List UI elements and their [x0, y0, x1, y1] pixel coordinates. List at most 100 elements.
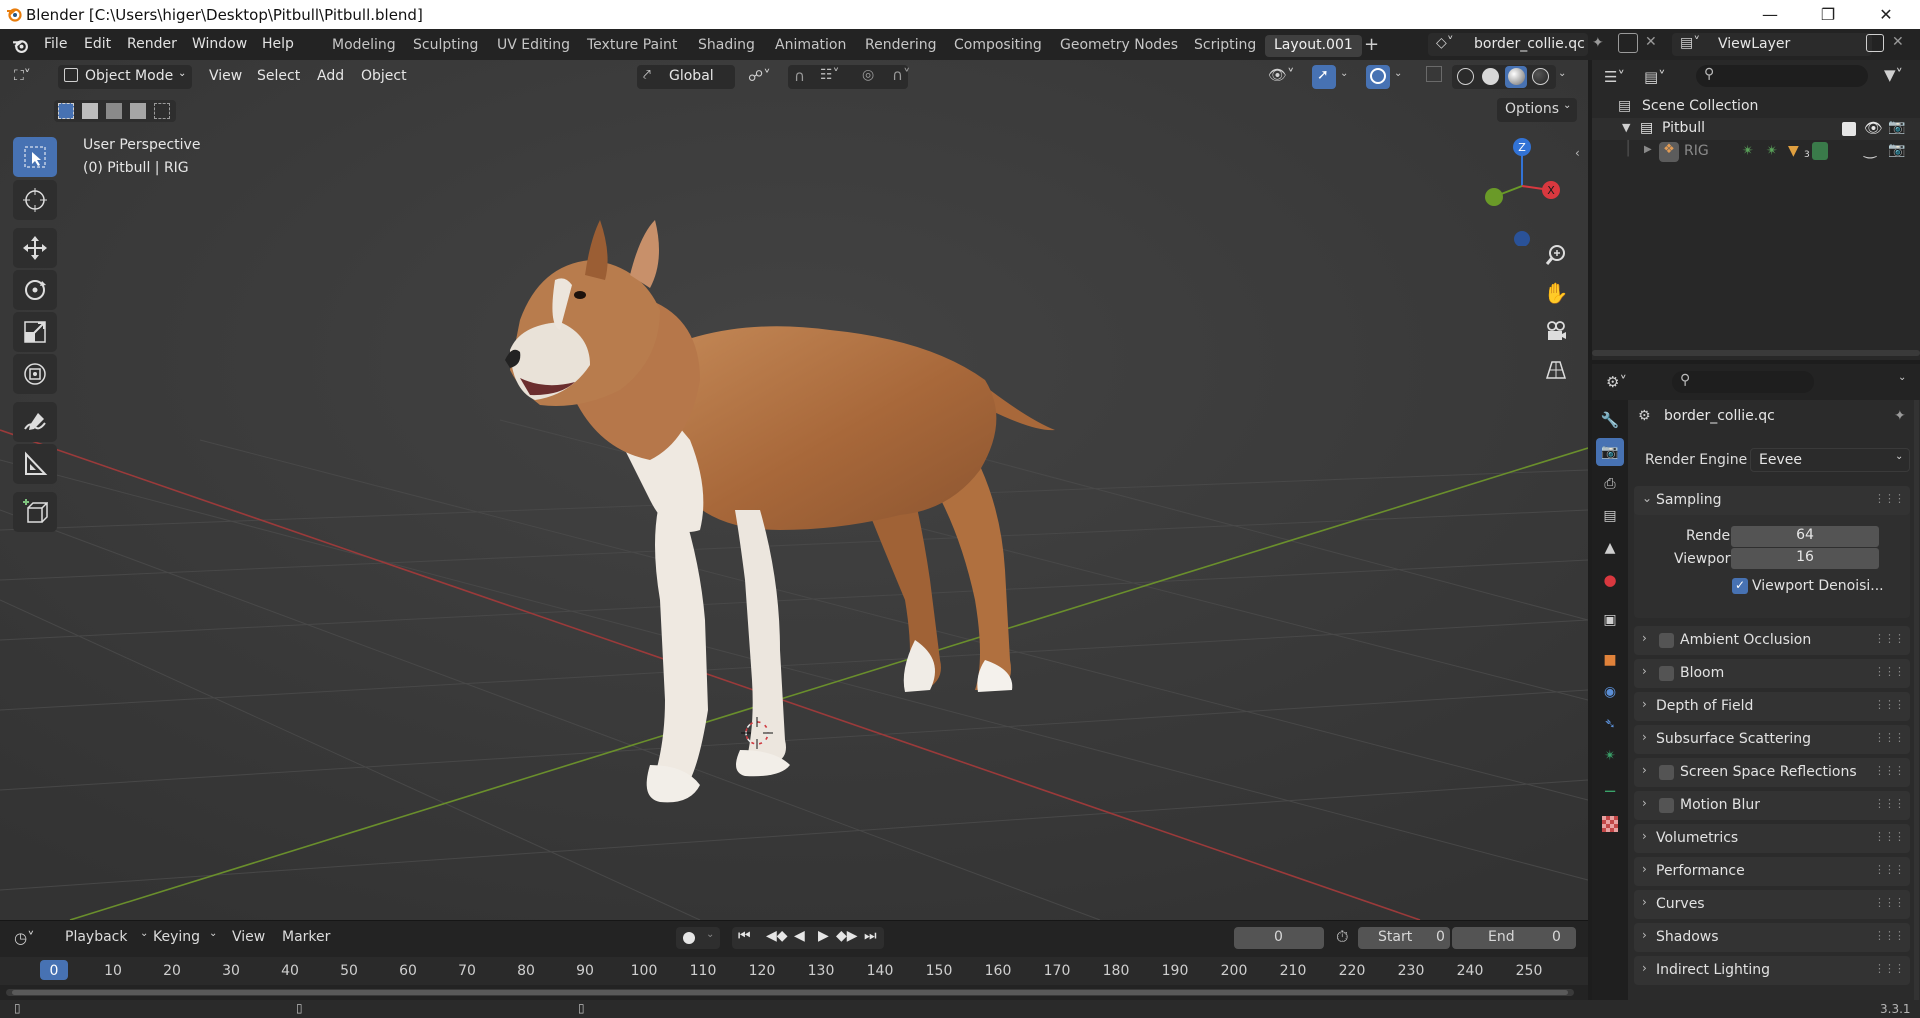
tab-uv-editing[interactable]: UV Editing [488, 35, 579, 57]
tool-measure[interactable] [13, 444, 57, 484]
render-camera-icon[interactable]: 📷 [1888, 119, 1905, 135]
pivot-point-icon[interactable]: ☍˅ [748, 67, 771, 85]
sampling-panel-header[interactable]: ⌄ Sampling ⋮⋮⋮ [1634, 486, 1910, 515]
rendered-shading-icon[interactable] [1532, 68, 1549, 85]
expand-triangle-icon[interactable]: ▼ [1622, 121, 1630, 134]
use-preview-range-icon[interactable]: ⏱ [1336, 927, 1348, 947]
panel-volumetrics[interactable]: › Volumetrics ⋮⋮⋮ [1634, 824, 1910, 853]
outliner-row-pitbull[interactable]: ▼ ▤ Pitbull 👁 📷 [1592, 118, 1920, 140]
delete-view-layer-icon[interactable]: ✕ [1892, 34, 1904, 50]
menu-help[interactable]: Help [262, 36, 294, 52]
hide-eye-icon[interactable]: 👁 [1864, 119, 1883, 137]
drag-handle-icon[interactable]: ⋮⋮⋮ [1874, 896, 1905, 909]
tab-modeling[interactable]: Modeling [323, 35, 405, 57]
menu-file[interactable]: File [44, 36, 67, 52]
3d-viewport[interactable]: ⛶˅ Object Mode ⌄ View Select Add Object … [0, 60, 1588, 920]
current-frame-field[interactable]: 0 [1234, 927, 1324, 949]
drag-handle-icon[interactable]: ⋮⋮⋮ [1874, 929, 1905, 942]
ortho-toggle-button[interactable] [1541, 354, 1571, 384]
new-view-layer-icon[interactable] [1866, 34, 1884, 52]
drag-handle-icon[interactable]: ⋮⋮⋮ [1874, 698, 1905, 711]
drag-handle-icon[interactable]: ⋮⋮⋮ [1874, 962, 1905, 975]
render-engine-dropdown[interactable]: Eevee ⌄ [1750, 448, 1910, 472]
panel-screen-space-reflections[interactable]: › Screen Space Reflections ⋮⋮⋮ [1634, 758, 1910, 787]
snap-magnet-icon[interactable]: ∩ [794, 67, 805, 85]
panel-depth-of-field[interactable]: › Depth of Field ⋮⋮⋮ [1634, 692, 1910, 721]
pan-button[interactable]: ✋ [1541, 278, 1571, 308]
drag-handle-icon[interactable]: ⋮⋮⋮ [1874, 492, 1905, 505]
auto-keying-toggle[interactable]: ⌄ [676, 927, 720, 949]
snap-increment-icon[interactable]: ☷˅ [820, 67, 840, 83]
tab-sculpting[interactable]: Sculpting [404, 35, 487, 57]
mode-selector[interactable]: Object Mode ⌄ [58, 65, 192, 89]
timeline-scrollbar[interactable] [6, 989, 1574, 996]
viewport-samples-field[interactable]: 16 [1731, 548, 1879, 569]
drag-handle-icon[interactable]: ⋮⋮⋮ [1874, 797, 1905, 810]
transform-orientation-selector[interactable]: ⤤ Global [637, 65, 735, 89]
outliner-scrollbar[interactable] [1592, 350, 1920, 356]
close-window-button[interactable]: ✕ [1858, 0, 1914, 29]
tab-rendering[interactable]: Rendering [856, 35, 946, 57]
tool-annotate[interactable] [13, 402, 57, 442]
gizmo-neg-z-axis[interactable] [1514, 231, 1530, 246]
wireframe-shading-icon[interactable] [1457, 68, 1474, 85]
falloff-icon[interactable]: ∩˅ [892, 66, 910, 84]
tab-bone[interactable]: ⚊ [1596, 774, 1624, 802]
viewport-menu-add[interactable]: Add [317, 68, 344, 84]
tab-compositing[interactable]: Compositing [945, 35, 1051, 57]
jump-to-start-icon[interactable]: ⏮ [738, 928, 751, 944]
hidden-eye-icon[interactable]: ‿ [1864, 141, 1876, 159]
filter-icon[interactable]: ▼˅ [1884, 66, 1903, 84]
tab-texture-paint[interactable]: Texture Paint [578, 35, 686, 57]
zoom-button[interactable] [1541, 240, 1571, 270]
play-reverse-icon[interactable]: ◀ [794, 928, 805, 944]
select-subtract-icon[interactable] [106, 103, 122, 119]
jump-to-keyframe-back-icon[interactable]: ◀◆ [766, 928, 788, 944]
panel-indirect-lighting[interactable]: › Indirect Lighting ⋮⋮⋮ [1634, 956, 1910, 985]
snapping-group[interactable]: ∩ ☷˅ [788, 65, 908, 89]
minimize-button[interactable]: — [1742, 0, 1798, 29]
proportional-edit-icon[interactable]: ◎ [862, 67, 874, 83]
camera-view-button[interactable] [1541, 316, 1571, 346]
scene-selector[interactable]: ◇˅ border_collie.qc [1428, 33, 1588, 56]
panel-ambient-occlusion[interactable]: › Ambient Occlusion ⋮⋮⋮ [1634, 626, 1910, 655]
view-layer-selector[interactable]: ▤˅ ViewLayer [1672, 33, 1872, 56]
solid-shading-icon[interactable] [1482, 68, 1499, 85]
drag-handle-icon[interactable]: ⋮⋮⋮ [1874, 731, 1905, 744]
tab-animation[interactable]: Animation [766, 35, 855, 57]
xray-toggle-icon[interactable] [1426, 66, 1442, 82]
tab-object[interactable]: ■ [1596, 646, 1624, 674]
jump-to-end-icon[interactable]: ⏭ [864, 928, 877, 944]
add-workspace-icon[interactable]: + [1364, 34, 1379, 55]
tab-physics[interactable]: ◉ [1596, 678, 1624, 706]
render-camera-icon[interactable]: 📷 [1888, 142, 1905, 158]
play-icon[interactable]: ▶ [818, 928, 829, 944]
keying-menu[interactable]: Keying ⌄ [150, 927, 220, 949]
tool-select-box[interactable] [13, 137, 57, 177]
tool-rotate[interactable] [13, 270, 57, 310]
drag-handle-icon[interactable]: ⋮⋮⋮ [1874, 632, 1905, 645]
editor-type-icon[interactable]: ⛶˅ [14, 68, 31, 84]
tab-world[interactable]: ● [1596, 566, 1624, 594]
drag-handle-icon[interactable]: ⋮⋮⋮ [1874, 863, 1905, 876]
collapse-triangle-icon[interactable]: ▶ [1644, 144, 1652, 155]
sidebar-toggle-icon[interactable]: ‹ [1575, 146, 1580, 160]
select-invert-icon[interactable] [130, 103, 146, 119]
tab-texture[interactable] [1596, 810, 1624, 838]
viewport-menu-select[interactable]: Select [257, 68, 300, 84]
tab-layout-001[interactable]: Layout.001 [1265, 35, 1362, 57]
outliner-editor-type-icon[interactable]: ☰˅ [1604, 68, 1625, 86]
jump-to-keyframe-forward-icon[interactable]: ◆▶ [836, 928, 858, 944]
tab-render[interactable]: 📷 [1596, 438, 1624, 466]
tab-object-data[interactable]: ✴ [1596, 742, 1624, 770]
panel-subsurface-scattering[interactable]: › Subsurface Scattering ⋮⋮⋮ [1634, 725, 1910, 754]
tab-shading[interactable]: Shading [689, 35, 764, 57]
tab-tool[interactable]: 🔧 [1596, 406, 1624, 434]
tool-move[interactable] [13, 228, 57, 268]
blender-menu-icon[interactable] [12, 37, 29, 54]
viewport-scene[interactable] [0, 60, 1588, 920]
tool-scale[interactable] [13, 312, 57, 352]
tab-collection[interactable]: ▣ [1596, 606, 1624, 634]
tab-scene[interactable]: ▲ [1596, 534, 1624, 562]
tab-output[interactable]: ⎙ [1596, 470, 1624, 498]
